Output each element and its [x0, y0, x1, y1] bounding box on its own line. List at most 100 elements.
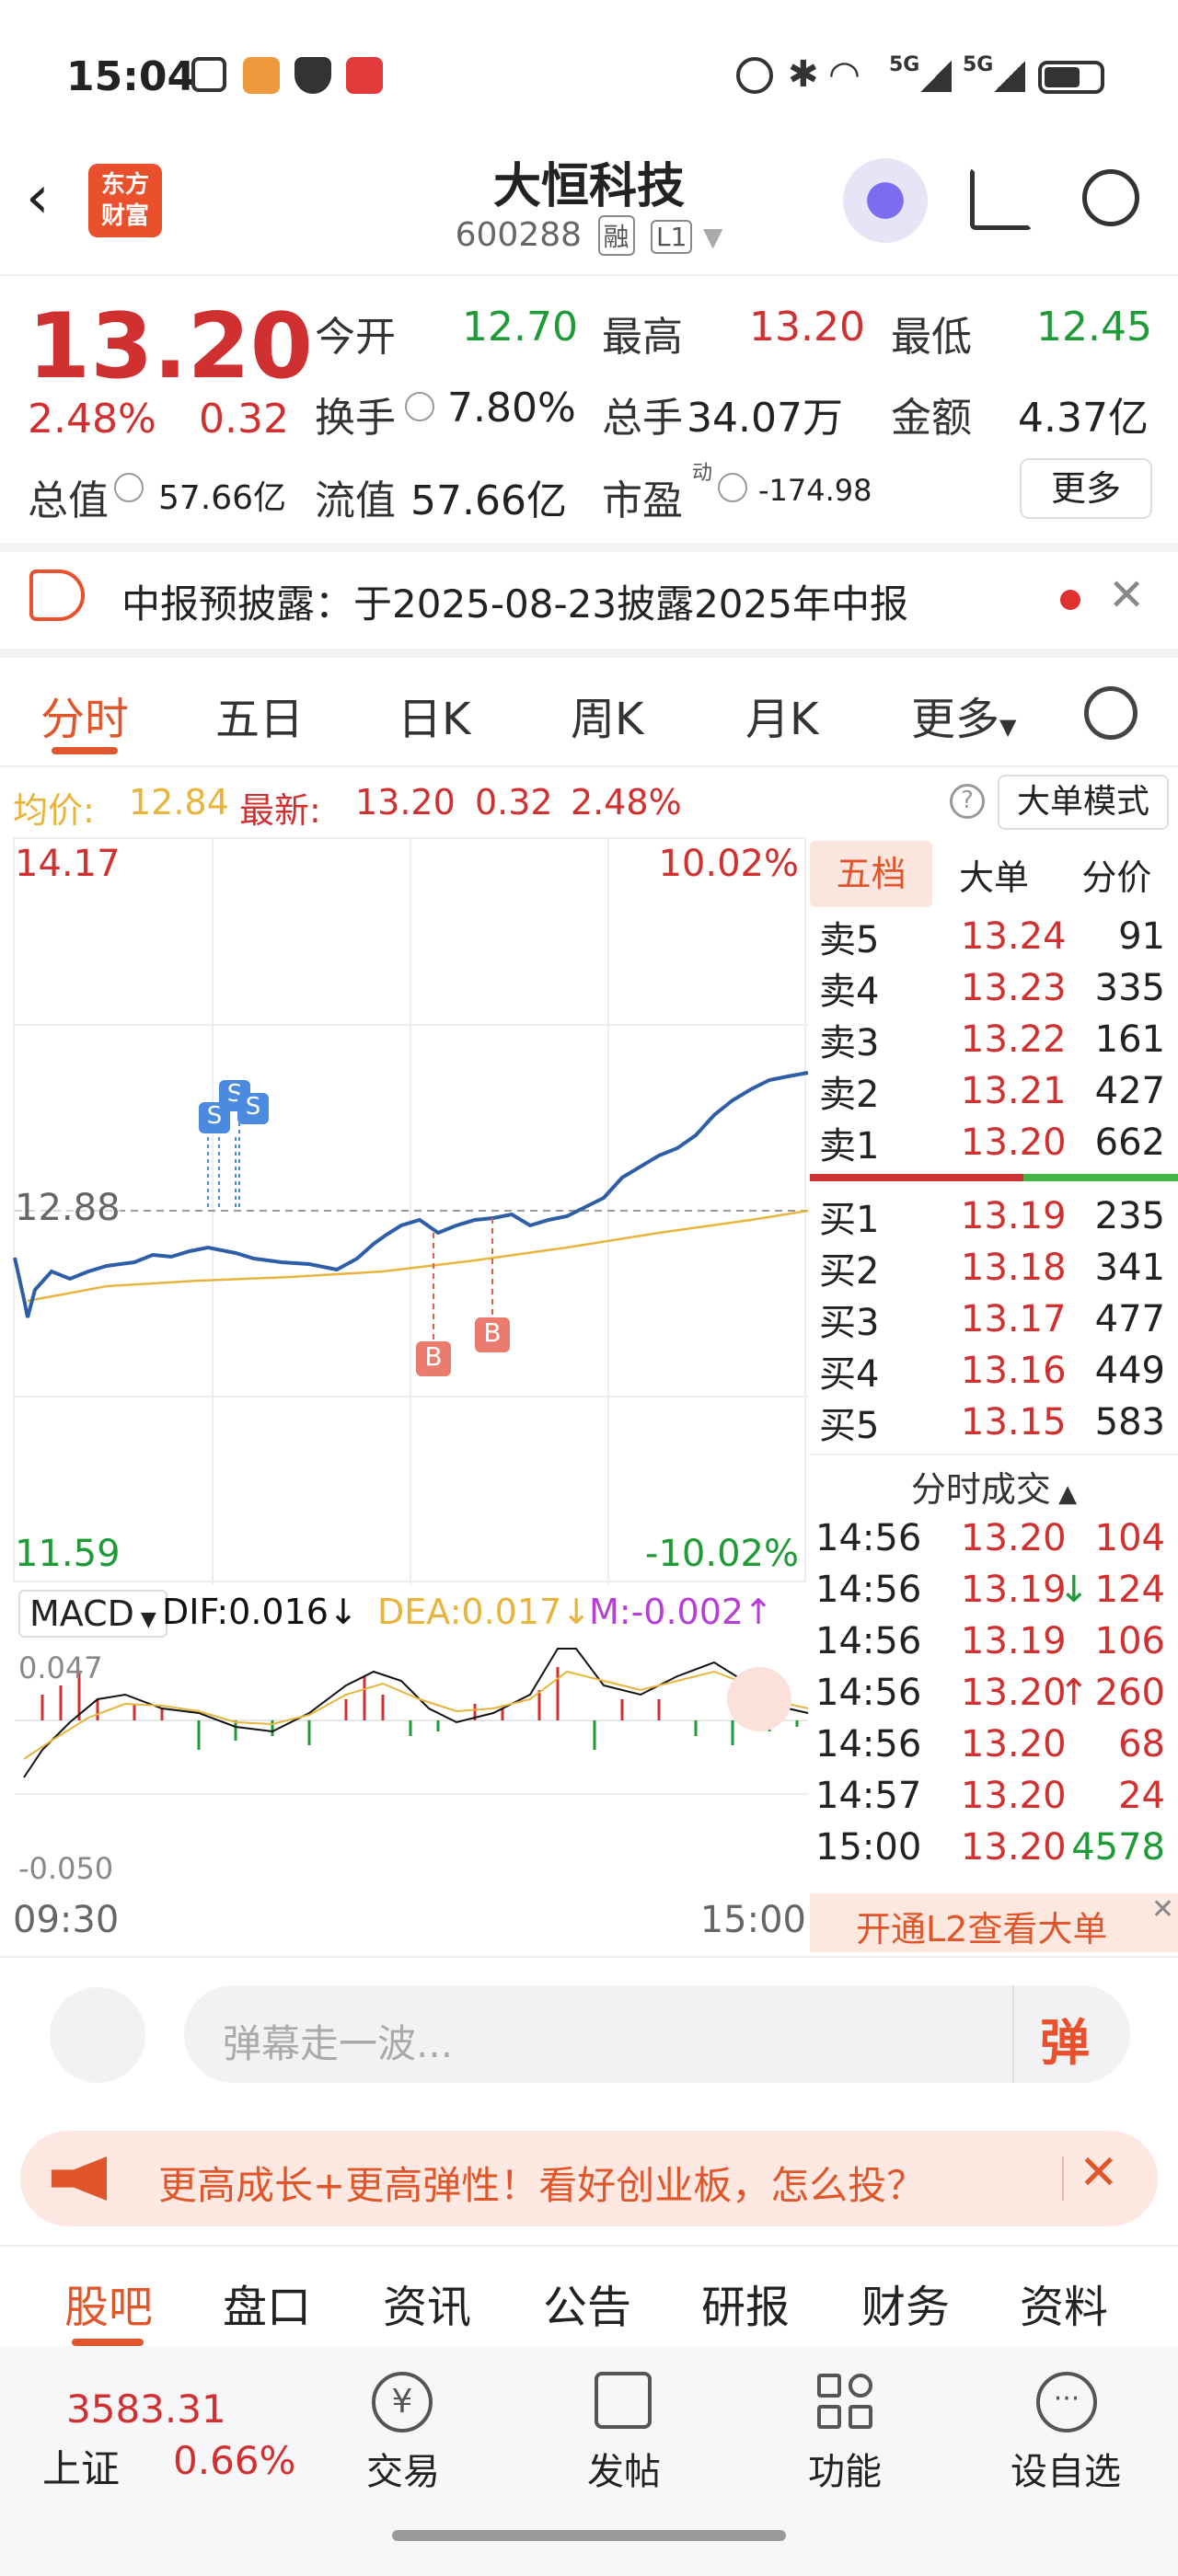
last-label: 最新: [239, 790, 321, 831]
macd-dif: DIF:0.016↓ [162, 1592, 358, 1632]
ask-price: 13.24 [961, 915, 1067, 958]
danmaku-settings-icon[interactable] [50, 1987, 145, 2083]
tab-profile[interactable]: 资料 [1020, 2271, 1108, 2335]
ask-volume: 427 [1094, 1070, 1165, 1112]
unread-dot [1060, 590, 1080, 610]
intraday-chart[interactable]: 14.17 10.02% 12.88 11.59 -10.02% S S S B… [13, 837, 809, 1886]
bid-row: 买5 13.15 583 [810, 1397, 1178, 1448]
tab-news[interactable]: 资讯 [383, 2271, 471, 2335]
avg-value: 12.84 [129, 782, 229, 822]
tick-price: 13.20 [961, 1672, 1067, 1714]
tab-intraday[interactable]: 分时 [40, 683, 129, 747]
close-icon[interactable]: ✕ [1151, 1893, 1174, 1926]
dea-line [23, 1670, 809, 1760]
divider [1062, 2156, 1064, 2201]
info-icon[interactable] [405, 392, 434, 421]
sell-marker-s[interactable]: S [237, 1093, 269, 1124]
settings-gear-icon[interactable] [1084, 686, 1138, 740]
tab-forum[interactable]: 股吧 [64, 2271, 153, 2335]
trade-icon[interactable]: ¥ [372, 2372, 433, 2432]
search-icon[interactable] [1082, 169, 1139, 226]
tab-price-dist[interactable]: 分价 [1056, 849, 1178, 900]
tab-research[interactable]: 研报 [701, 2271, 790, 2335]
tab-financials[interactable]: 财务 [861, 2271, 950, 2335]
tick-volume: 104 [1094, 1517, 1165, 1559]
bid-label: 买1 [819, 1199, 880, 1241]
caret-down-icon: ▼ [999, 714, 1017, 740]
notice-text: 中报预披露：于2025-08-23披露2025年中报 [121, 581, 908, 627]
info-icon[interactable] [718, 473, 747, 502]
caret-down-icon: ▼ [133, 1608, 156, 1631]
tab-announcements[interactable]: 公告 [543, 2271, 631, 2335]
big-order-mode-button[interactable]: 大单模式 [998, 775, 1169, 830]
megaphone-icon [52, 2156, 107, 2201]
bid-price: 13.19 [961, 1195, 1067, 1237]
tab-weekly-k[interactable]: 周K [571, 683, 643, 747]
margin-tag: 融 [597, 215, 635, 256]
ask-volume: 91 [1118, 915, 1165, 958]
nav-trade[interactable]: 交易 [366, 2442, 440, 2495]
ticks-header[interactable]: 分时成交 ▲ [810, 1461, 1178, 1512]
functions-icon[interactable] [817, 2374, 874, 2431]
watchlist-icon[interactable]: ··· [1036, 2372, 1097, 2432]
buy-marker-b[interactable]: B [475, 1317, 510, 1352]
tick-price: 13.20 [961, 1775, 1067, 1817]
wifi-icon: ◠ [828, 53, 860, 96]
post-icon[interactable] [595, 2372, 652, 2429]
close-icon[interactable]: ✕ [1079, 2145, 1119, 2201]
tab-big-orders[interactable]: 大单 [932, 849, 1055, 900]
tick-time: 14:56 [815, 1723, 922, 1765]
nav-watchlist[interactable]: 设自选 [1011, 2442, 1121, 2495]
help-icon[interactable]: ? [950, 784, 985, 819]
danmaku-input[interactable]: 弹幕走一波... 弹 [184, 1985, 1130, 2083]
low-value: 12.45 [1036, 304, 1152, 351]
tab-more[interactable]: 更多▼ [911, 683, 1016, 747]
ask-label: 卖1 [819, 1125, 880, 1167]
macd-dea: DEA:0.017↓ [377, 1592, 591, 1632]
tab-five-day[interactable]: 五日 [215, 683, 304, 747]
float-label: 流值 [315, 477, 396, 524]
tab-five-levels[interactable]: 五档 [810, 841, 933, 907]
tab-market-depth[interactable]: 盘口 [223, 2271, 311, 2335]
ask-label: 卖4 [819, 971, 880, 1013]
index-value[interactable]: 3583.31 [66, 2386, 226, 2432]
tick-volume: 24 [1118, 1775, 1165, 1817]
orderbook-tabs: 五档 大单 分价 [810, 837, 1178, 911]
macd-dea-value: DEA:0.017 [377, 1592, 562, 1632]
close-icon[interactable]: ✕ [1108, 569, 1145, 621]
expand-icon[interactable] [727, 1667, 791, 1731]
l2-banner[interactable]: 开通L2查看大单 ✕ [810, 1893, 1178, 1952]
nav-functions[interactable]: 功能 [808, 2442, 882, 2495]
info-icon[interactable] [114, 473, 144, 502]
promo-banner[interactable]: 更高成长+更高弹性！看好创业板，怎么投？ ✕ [20, 2131, 1158, 2226]
volume-value: 34.07万 [687, 395, 843, 442]
nav-post[interactable]: 发帖 [587, 2442, 661, 2495]
bid-label: 买2 [819, 1250, 880, 1293]
tick-time: 14:56 [815, 1672, 922, 1714]
share-icon[interactable] [970, 167, 1033, 230]
buy-marker-b[interactable]: B [416, 1341, 451, 1376]
time-end: 15:00 [699, 1899, 806, 1941]
mktcap-label: 总值 [28, 477, 109, 524]
index-name[interactable]: 上证 [42, 2438, 120, 2494]
chart-top-price: 14.17 [15, 843, 121, 885]
danmaku-send-button[interactable]: 弹 [1040, 2002, 1090, 2075]
assistant-avatar-icon[interactable] [843, 158, 928, 243]
index-pct[interactable]: 0.66% [173, 2438, 295, 2483]
tick-volume: 124 [1094, 1569, 1165, 1611]
ask-volume: 161 [1094, 1018, 1165, 1061]
tab-indicator [52, 747, 118, 754]
tick-row: 15:00 13.20 4578 [810, 1822, 1178, 1873]
chart-prev-close: 12.88 [15, 1187, 121, 1229]
notice-bar[interactable]: 中报预披露：于2025-08-23披露2025年中报 ✕ [0, 547, 1178, 649]
macd-select[interactable]: MACD ▼ [18, 1590, 167, 1638]
tab-monthly-k[interactable]: 月K [745, 683, 818, 747]
speaker-icon [29, 569, 85, 621]
tick-row: 14:56 13.20 104 [810, 1512, 1178, 1564]
amount-value: 4.37亿 [1018, 395, 1149, 442]
tab-daily-k[interactable]: 日K [398, 683, 470, 747]
tick-row: 14:56 13.20 68 [810, 1719, 1178, 1770]
avg-price-line [27, 1209, 809, 1303]
divider [0, 274, 1178, 276]
more-button[interactable]: 更多 [1020, 458, 1152, 519]
